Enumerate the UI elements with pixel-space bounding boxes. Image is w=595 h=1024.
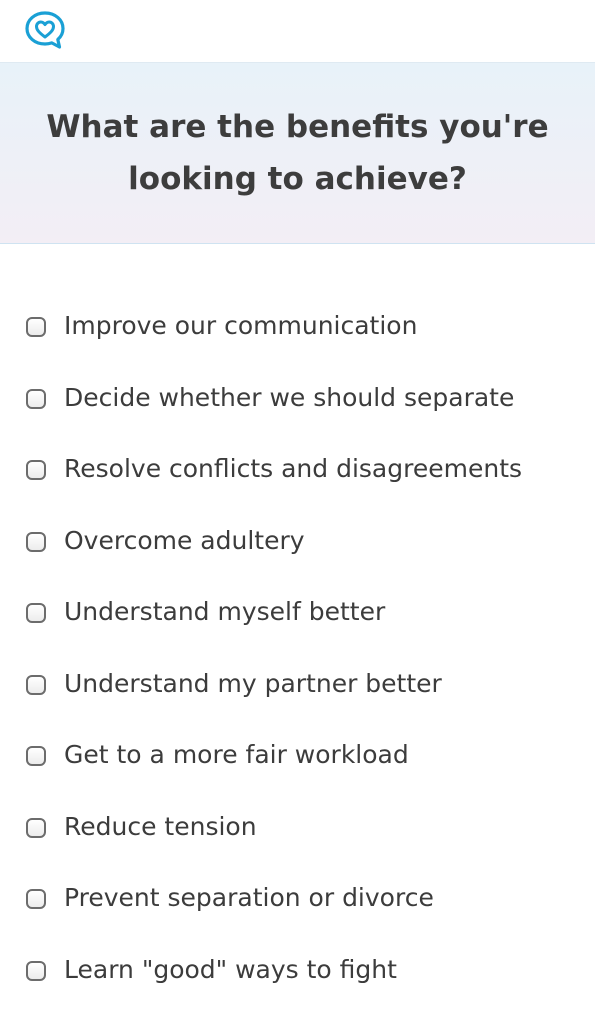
option-label: Decide whether we should separate (64, 382, 515, 412)
checkbox[interactable] (26, 674, 46, 695)
option-learn-to-fight[interactable]: Learn "good" ways to fight (0, 935, 595, 1007)
checkbox[interactable] (26, 317, 46, 337)
option-label: Resolve conflicts and disagreements (64, 454, 523, 483)
option-label: Get to a more fair workload (64, 740, 409, 769)
option-reduce-tension[interactable]: Reduce tension (0, 792, 595, 864)
option-decide-separate[interactable]: Decide whether we should separate (0, 363, 595, 435)
option-fair-workload[interactable]: Get to a more fair workload (0, 720, 595, 792)
option-improve-communication[interactable]: Improve our communication (0, 291, 595, 363)
checkbox[interactable] (26, 460, 46, 480)
checkbox[interactable] (26, 603, 46, 623)
option-label: Reduce tension (64, 811, 257, 841)
checkbox[interactable] (26, 746, 46, 766)
checkbox[interactable] (26, 531, 46, 552)
option-label: Overcome adultery (64, 525, 305, 555)
checkbox[interactable] (26, 388, 46, 409)
option-overcome-adultery[interactable]: Overcome adultery (0, 506, 595, 578)
option-label: Improve our communication (64, 311, 418, 340)
benefit-options-list: Improve our communication Decide whether… (0, 291, 595, 1006)
checkbox[interactable] (26, 817, 46, 838)
question-banner: What are the benefits you're looking to … (0, 62, 595, 244)
checkbox[interactable] (26, 889, 46, 909)
option-understand-partner[interactable]: Understand my partner better (0, 649, 595, 721)
option-label: Understand myself better (64, 597, 386, 626)
option-understand-myself[interactable]: Understand myself better (0, 577, 595, 649)
option-label: Understand my partner better (64, 668, 442, 698)
option-label: Prevent separation or divorce (64, 883, 434, 912)
option-prevent-separation[interactable]: Prevent separation or divorce (0, 863, 595, 935)
top-bar (0, 0, 595, 62)
checkbox[interactable] (26, 960, 46, 981)
option-resolve-conflicts[interactable]: Resolve conflicts and disagreements (0, 434, 595, 506)
heart-chat-bubble-icon[interactable] (23, 10, 67, 50)
option-label: Learn "good" ways to fight (64, 954, 397, 984)
question-title: What are the benefits you're looking to … (46, 109, 549, 197)
